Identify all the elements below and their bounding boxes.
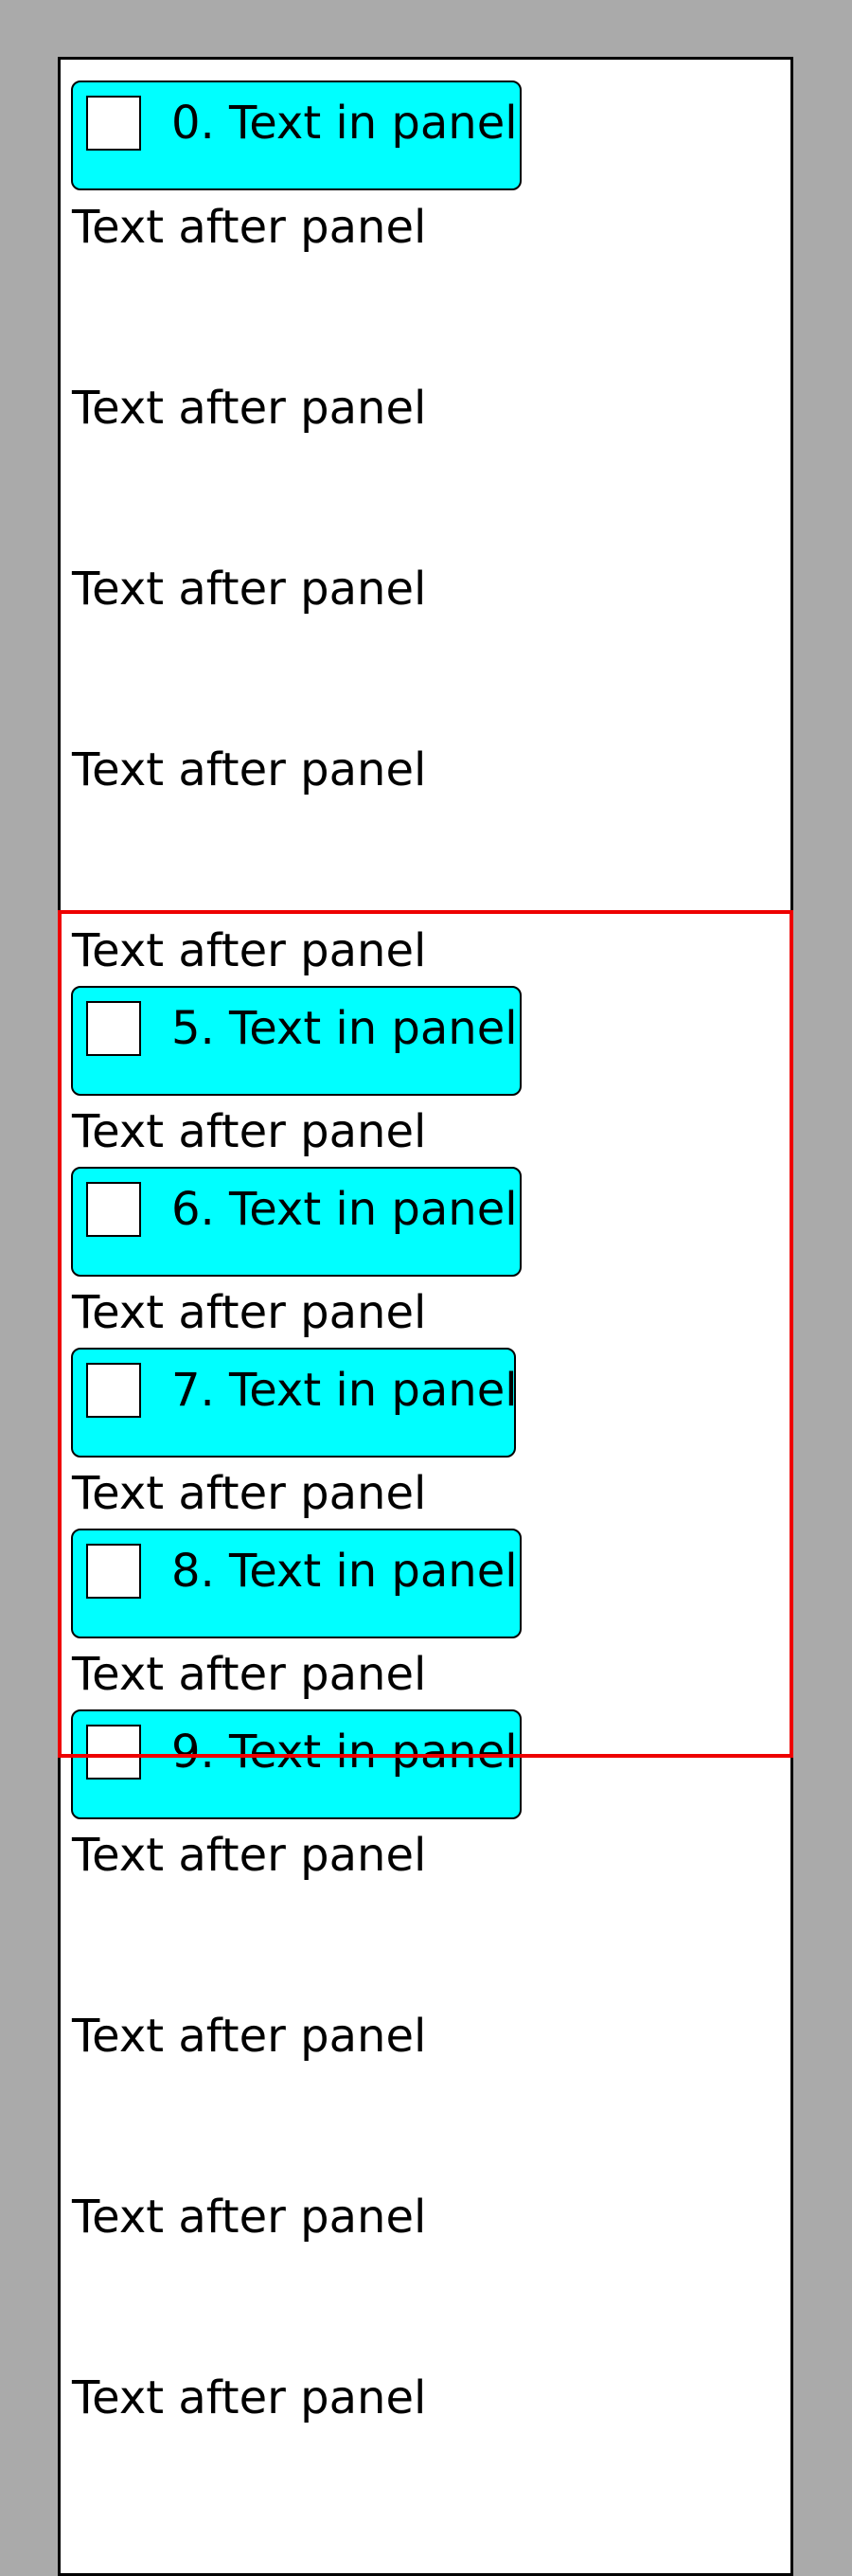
text-after-panel: Text after panel (72, 1467, 427, 1520)
checkbox[interactable] (86, 1182, 141, 1237)
panel-label: 5. Text in panel (171, 1002, 518, 1055)
text-after-panel: Text after panel (72, 2371, 427, 2424)
text-after-panel: Text after panel (72, 201, 427, 254)
text-after-panel: Text after panel (72, 743, 427, 796)
panel-0: 0. Text in panel (71, 80, 522, 190)
checkbox[interactable] (86, 1544, 141, 1599)
checkbox[interactable] (86, 1725, 141, 1780)
text-after-panel: Text after panel (72, 1829, 427, 1882)
text-after-panel: Text after panel (72, 1648, 427, 1701)
panel-label: 0. Text in panel (171, 97, 518, 150)
checkbox[interactable] (86, 1363, 141, 1418)
panel-8: 8. Text in panel (71, 1529, 522, 1638)
text-after-panel: Text after panel (72, 924, 427, 977)
panel-6: 6. Text in panel (71, 1167, 522, 1277)
panel-label: 6. Text in panel (171, 1183, 518, 1236)
text-after-panel: Text after panel (72, 563, 427, 616)
checkbox[interactable] (86, 96, 141, 151)
panel-label: 9. Text in panel (171, 1726, 518, 1779)
text-after-panel: Text after panel (72, 2191, 427, 2244)
panel-label: 7. Text in panel (171, 1364, 518, 1417)
checkbox[interactable] (86, 1001, 141, 1056)
text-after-panel: Text after panel (72, 2010, 427, 2063)
panel-9: 9. Text in panel (71, 1709, 522, 1819)
panel-7: 7. Text in panel (71, 1348, 518, 1458)
text-after-panel: Text after panel (72, 382, 427, 435)
panel-5: 5. Text in panel (71, 986, 522, 1096)
text-after-panel: Text after panel (72, 1286, 427, 1339)
panel-label: 8. Text in panel (171, 1545, 518, 1598)
text-after-panel: Text after panel (72, 1105, 427, 1158)
